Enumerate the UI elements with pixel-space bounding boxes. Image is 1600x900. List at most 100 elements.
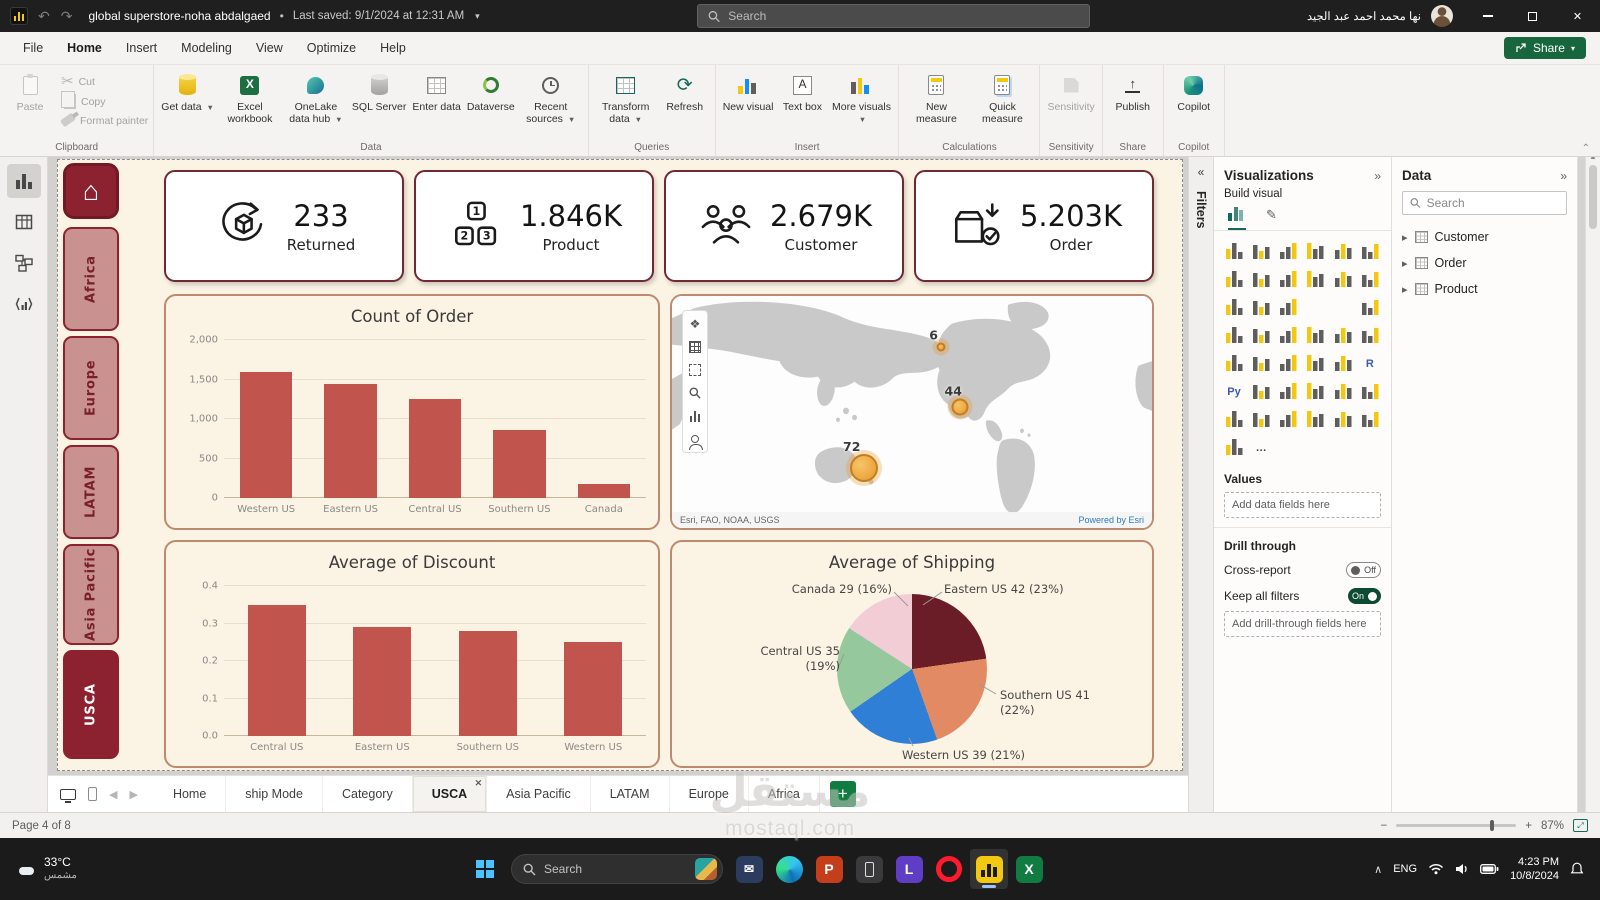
data-table-order[interactable]: ▸ Order bbox=[1392, 250, 1577, 276]
app-excel[interactable]: X bbox=[1010, 849, 1048, 889]
zoom-slider[interactable] bbox=[1396, 820, 1517, 831]
line-and-stacked-column-chart-button[interactable] bbox=[1303, 267, 1327, 291]
battery-icon[interactable] bbox=[1480, 864, 1499, 874]
azure-map-button[interactable] bbox=[1303, 323, 1327, 347]
title-caret-icon[interactable]: ▾ bbox=[475, 11, 480, 22]
funnel-chart-button[interactable] bbox=[1249, 295, 1273, 319]
transform-data-button[interactable]: Transform data ▼ bbox=[594, 68, 658, 127]
kpi-card-product[interactable]: 1 2 3 1.846K Product bbox=[414, 170, 654, 282]
nav-africa-button[interactable]: Africa bbox=[63, 227, 119, 331]
arcgis-map-button[interactable] bbox=[1249, 407, 1273, 431]
line-and-clustered-column-chart-button[interactable] bbox=[1331, 267, 1355, 291]
more-options-button[interactable]: … bbox=[1249, 435, 1273, 459]
collapse-visualizations-icon[interactable]: » bbox=[1374, 169, 1381, 183]
map-bubble-44[interactable]: 44 bbox=[945, 384, 969, 416]
matrix-button[interactable] bbox=[1331, 351, 1355, 375]
kpi-card-returned[interactable]: 233 Returned bbox=[164, 170, 404, 282]
mobile-layout-icon[interactable] bbox=[88, 787, 97, 801]
power-apps-button[interactable] bbox=[1276, 407, 1300, 431]
key-influencers-button[interactable] bbox=[1249, 379, 1273, 403]
page-tab-ship-mode[interactable]: ship Mode bbox=[226, 776, 323, 812]
add-drill-through-well[interactable]: Add drill-through fields here bbox=[1224, 611, 1381, 637]
page-tab-category[interactable]: Category bbox=[323, 776, 413, 812]
collapse-data-pane-icon[interactable]: » bbox=[1560, 169, 1567, 183]
clustered-bar-chart-button[interactable] bbox=[1276, 239, 1300, 263]
search-highlight-image[interactable] bbox=[695, 858, 717, 880]
language-indicator[interactable]: ENG bbox=[1393, 863, 1417, 875]
stacked-column-chart-button[interactable] bbox=[1249, 239, 1273, 263]
fit-to-page-icon[interactable]: ⤢ bbox=[1573, 819, 1588, 832]
get-data-button[interactable]: Get data ▼ bbox=[159, 68, 216, 115]
next-page-icon[interactable]: ▶ bbox=[129, 788, 137, 801]
publish-button[interactable]: ↑ Publish bbox=[1108, 68, 1158, 115]
gauge-button[interactable] bbox=[1331, 323, 1355, 347]
notifications-icon[interactable] bbox=[1570, 862, 1584, 876]
nav-usca-button[interactable]: USCA bbox=[63, 650, 119, 759]
excel-workbook-button[interactable]: X Excel workbook bbox=[218, 68, 282, 127]
average-of-shipping-chart[interactable]: Average of Shipping Eastern US 42 (23%) S… bbox=[670, 540, 1154, 768]
bar-eastern-us[interactable] bbox=[324, 384, 377, 498]
paginated-report-button[interactable] bbox=[1222, 407, 1246, 431]
close-page-icon[interactable]: ✕ bbox=[475, 778, 483, 789]
menu-item-file[interactable]: File bbox=[12, 35, 54, 61]
page-tab-europe[interactable]: Europe bbox=[670, 776, 749, 812]
app-lightshot[interactable]: L bbox=[890, 849, 928, 889]
expand-icon[interactable]: ▸ bbox=[1402, 231, 1408, 244]
filters-pane-collapsed[interactable]: « Filters bbox=[1188, 157, 1214, 812]
100-stacked-column-chart-button[interactable] bbox=[1358, 239, 1382, 263]
sql-server-button[interactable]: SQL Server bbox=[350, 68, 408, 115]
multi-row-card-button[interactable] bbox=[1222, 351, 1246, 375]
app-powerpoint[interactable]: P bbox=[810, 849, 848, 889]
bar-southern-us[interactable] bbox=[458, 631, 517, 736]
enter-data-button[interactable]: Enter data bbox=[410, 68, 462, 115]
tab-build-visual[interactable] bbox=[1228, 207, 1246, 230]
layers-icon[interactable]: ❖ bbox=[688, 317, 702, 331]
titlebar-search-input[interactable] bbox=[728, 9, 1079, 23]
new-visual-button[interactable]: New visual bbox=[721, 68, 776, 115]
zoom-out-icon[interactable]: − bbox=[1381, 820, 1388, 832]
card-button[interactable] bbox=[1358, 323, 1382, 347]
narrative-visual-button[interactable] bbox=[1331, 379, 1355, 403]
nav-home-button[interactable]: ⌂ bbox=[63, 163, 119, 219]
bar-southern-us[interactable] bbox=[493, 430, 546, 498]
button-slicer-button[interactable] bbox=[1358, 407, 1382, 431]
page-tab-africa[interactable]: Africa bbox=[749, 776, 820, 812]
person-icon[interactable] bbox=[688, 432, 703, 450]
kpi-card-customer[interactable]: 2.679K Customer bbox=[664, 170, 904, 282]
bar-central-us[interactable] bbox=[247, 604, 306, 736]
expand-icon[interactable]: ▸ bbox=[1402, 257, 1408, 270]
dax-query-view-button[interactable] bbox=[7, 287, 41, 321]
menu-item-home[interactable]: Home bbox=[56, 35, 113, 61]
taskbar-search-input[interactable] bbox=[544, 862, 674, 876]
avatar[interactable] bbox=[1431, 5, 1453, 27]
get-more-visuals-button[interactable] bbox=[1222, 435, 1246, 459]
more-visuals-button[interactable]: More visuals ▼ bbox=[829, 68, 893, 127]
add-data-fields-well[interactable]: Add data fields here bbox=[1224, 492, 1381, 518]
map-bubble-72[interactable]: 72 bbox=[843, 439, 878, 482]
desktop-layout-icon[interactable] bbox=[60, 788, 76, 803]
page-tab-asia-pacific[interactable]: Asia Pacific bbox=[487, 776, 591, 812]
table-button[interactable] bbox=[1303, 351, 1327, 375]
clustered-column-chart-button[interactable] bbox=[1303, 239, 1327, 263]
menu-item-modeling[interactable]: Modeling bbox=[170, 35, 243, 61]
line-chart-button[interactable] bbox=[1222, 267, 1246, 291]
search-icon[interactable] bbox=[688, 386, 702, 400]
data-search[interactable] bbox=[1402, 191, 1567, 215]
page-tab-home[interactable]: Home bbox=[154, 776, 227, 812]
data-table-product[interactable]: ▸ Product bbox=[1392, 276, 1577, 302]
sensitivity-button[interactable]: Sensitivity bbox=[1045, 68, 1096, 115]
clock[interactable]: 4:23 PM 10/8/2024 bbox=[1510, 855, 1559, 884]
bar-western-us[interactable] bbox=[564, 642, 623, 736]
model-view-button[interactable] bbox=[7, 246, 41, 280]
page-tab-usca[interactable]: USCA ✕ bbox=[412, 776, 488, 812]
bar-eastern-us[interactable] bbox=[353, 627, 412, 736]
dataverse-button[interactable]: Dataverse bbox=[465, 68, 517, 115]
decomposition-tree-button[interactable] bbox=[1276, 379, 1300, 403]
average-of-discount-chart[interactable]: Average of Discount 0.0 0.1 0.2 0.3 0.4 Cent… bbox=[164, 540, 660, 768]
waterfall-chart-button[interactable] bbox=[1222, 295, 1246, 319]
pie-chart[interactable] bbox=[837, 594, 987, 744]
slicer-button[interactable] bbox=[1276, 351, 1300, 375]
quick-measure-button[interactable]: Quick measure bbox=[970, 68, 1034, 127]
map-bubble-6[interactable]: 6 bbox=[929, 328, 946, 352]
metrics-button[interactable] bbox=[1358, 379, 1382, 403]
